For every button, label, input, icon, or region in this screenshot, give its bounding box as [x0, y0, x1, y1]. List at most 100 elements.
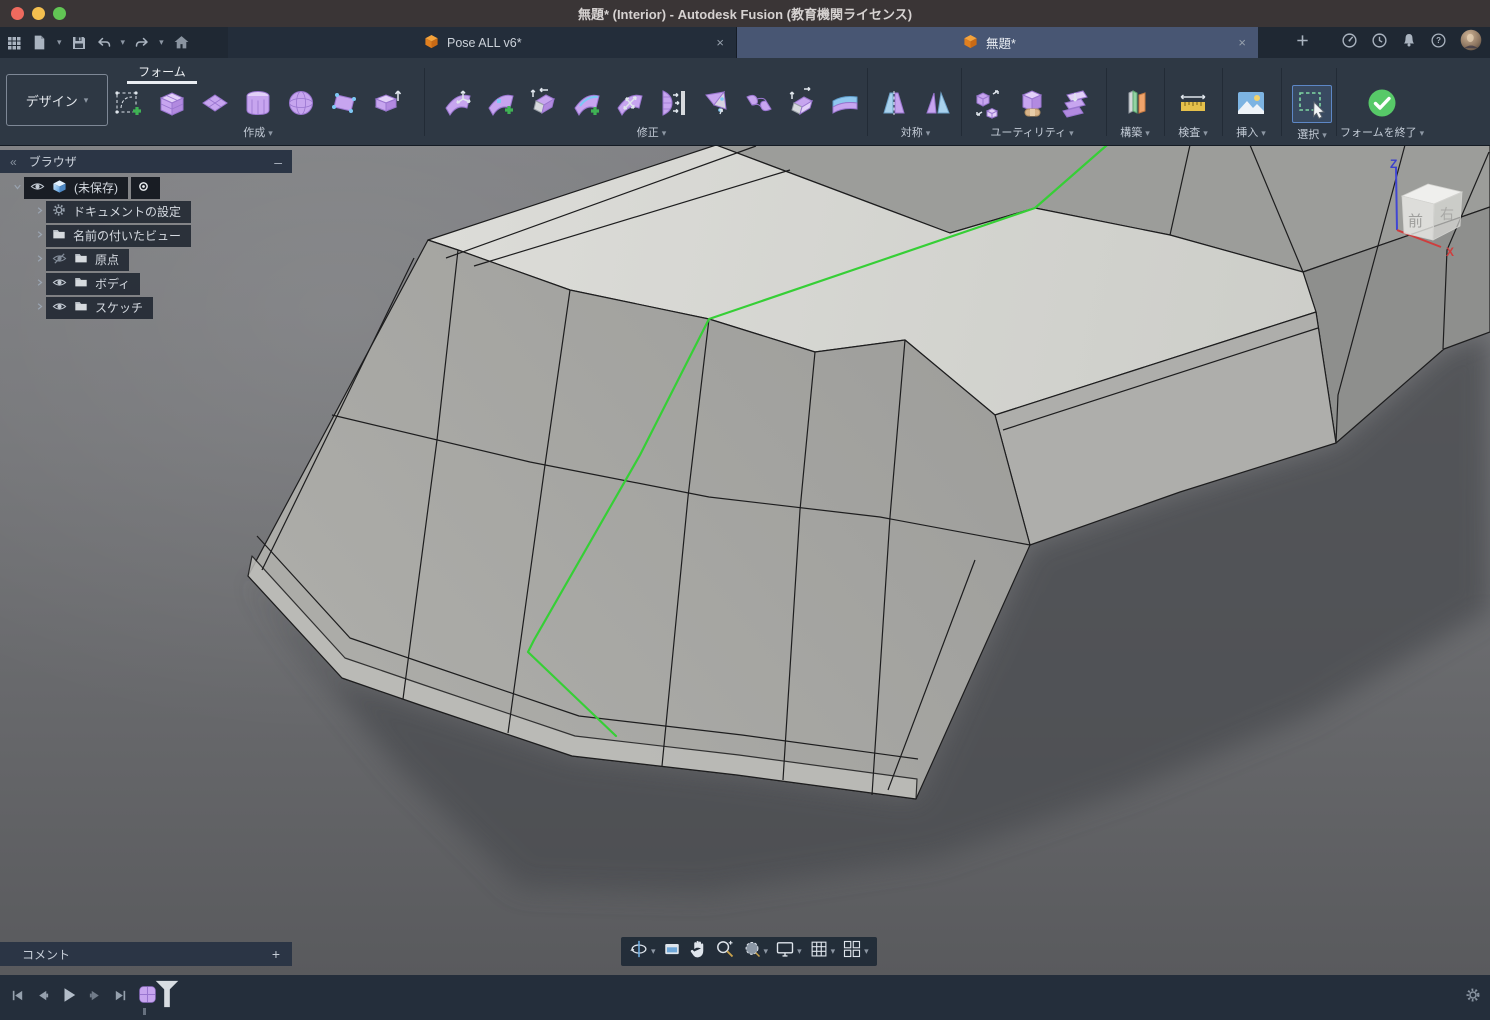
unweld-edges-icon[interactable]	[783, 85, 821, 121]
fit-icon[interactable]	[742, 939, 762, 964]
dropdown-caret[interactable]: ▾	[57, 38, 62, 47]
chevron-right-icon[interactable]	[32, 253, 46, 267]
face-primitive-icon[interactable]	[325, 85, 363, 121]
step-back-button[interactable]	[35, 988, 50, 1008]
dropdown-caret[interactable]: ▾	[159, 38, 164, 47]
eye-icon[interactable]	[30, 179, 45, 197]
extrude-form-icon[interactable]	[368, 85, 406, 121]
cylinder-primitive-icon[interactable]	[239, 85, 277, 121]
folder-icon[interactable]	[74, 299, 88, 316]
group-label[interactable]: 挿入▾	[1236, 124, 1266, 140]
chevron-down-icon[interactable]	[10, 181, 24, 195]
folder-icon[interactable]	[74, 251, 88, 268]
plane-primitive-icon[interactable]	[196, 85, 234, 121]
group-label[interactable]: 検査▾	[1178, 124, 1208, 140]
eye-icon[interactable]	[52, 275, 67, 293]
cube-doc-icon[interactable]	[52, 179, 67, 197]
timeline-settings-icon[interactable]	[1465, 987, 1481, 1008]
gear-icon[interactable]	[52, 203, 66, 220]
home-icon[interactable]	[173, 34, 190, 51]
insert-point-icon[interactable]	[482, 85, 520, 121]
sphere-primitive-icon[interactable]	[282, 85, 320, 121]
viewports-icon[interactable]	[842, 939, 862, 964]
group-label[interactable]: 作成▾	[243, 124, 273, 140]
dropdown-caret[interactable]: ▾	[797, 947, 802, 956]
browser-row-5[interactable]: スケッチ	[0, 298, 292, 317]
group-label[interactable]: 選択▾	[1297, 126, 1327, 142]
chevron-right-icon[interactable]	[32, 301, 46, 315]
group-label[interactable]: 修正▾	[637, 124, 667, 140]
look-at-icon[interactable]	[663, 940, 681, 963]
document-tab-pose-all[interactable]: Pose ALL v6* ×	[228, 27, 737, 58]
orbit-icon[interactable]	[629, 939, 649, 964]
tab-form-environment[interactable]: フォーム	[127, 63, 197, 80]
job-status-icon[interactable]	[1371, 32, 1388, 54]
folder-icon[interactable]	[52, 227, 66, 244]
mirror-internal-icon[interactable]	[875, 85, 913, 121]
dropdown-caret[interactable]: ▾	[831, 947, 836, 956]
skip-start-button[interactable]	[10, 988, 25, 1008]
flatten-to-plane-icon[interactable]	[654, 85, 692, 121]
minimize-window-button[interactable]	[32, 7, 45, 20]
edit-form-icon[interactable]	[439, 85, 477, 121]
repair-body-icon[interactable]	[1013, 85, 1051, 121]
redo-icon[interactable]	[134, 35, 150, 51]
comments-bar[interactable]: コメント +	[0, 942, 292, 966]
construct-plane-icon[interactable]	[1116, 85, 1154, 121]
select-tool-icon[interactable]	[1292, 85, 1332, 123]
measure-icon[interactable]	[1174, 85, 1212, 121]
group-label[interactable]: 構築▾	[1120, 124, 1150, 140]
new-document-icon[interactable]	[31, 34, 48, 51]
eye-icon[interactable]	[52, 299, 67, 317]
close-window-button[interactable]	[11, 7, 24, 20]
browser-row-0[interactable]: (未保存)	[0, 178, 292, 197]
zoom-icon[interactable]	[715, 939, 735, 964]
group-label[interactable]: ユーティリティ▾	[990, 124, 1073, 140]
finish-form-icon[interactable]	[1363, 85, 1401, 121]
browser-header[interactable]: « ブラウザ –	[0, 150, 292, 173]
add-comment-button[interactable]: +	[272, 946, 280, 962]
insert-edge-icon[interactable]	[568, 85, 606, 121]
close-tab-icon[interactable]: ×	[1226, 35, 1258, 50]
play-button[interactable]	[60, 986, 78, 1009]
zoom-window-button[interactable]	[53, 7, 66, 20]
workspace-selector[interactable]: デザイン▾	[6, 74, 108, 126]
chevron-right-icon[interactable]	[32, 229, 46, 243]
dropdown-caret[interactable]: ▾	[764, 947, 769, 956]
dropdown-caret[interactable]: ▾	[651, 947, 656, 956]
chevron-right-icon[interactable]	[32, 277, 46, 291]
crease-icon[interactable]	[826, 85, 864, 121]
help-icon[interactable]: ?	[1430, 32, 1447, 54]
target-circle-icon[interactable]	[137, 180, 150, 196]
collapse-panel-icon[interactable]: «	[10, 155, 15, 169]
browser-row-2[interactable]: 名前の付いたビュー	[0, 226, 292, 245]
close-tab-icon[interactable]: ×	[704, 35, 736, 50]
minimize-panel-icon[interactable]: –	[274, 154, 282, 170]
chevron-right-icon[interactable]	[32, 205, 46, 219]
subdivide-icon[interactable]	[611, 85, 649, 121]
document-tab-untitled-active[interactable]: 無題* ×	[737, 27, 1258, 58]
folder-icon[interactable]	[74, 275, 88, 292]
notifications-icon[interactable]	[1401, 32, 1417, 53]
pan-icon[interactable]	[688, 939, 708, 964]
bevel-edge-icon[interactable]	[525, 85, 563, 121]
grid-settings-icon[interactable]	[809, 939, 829, 964]
flatten-faces-icon[interactable]	[1056, 85, 1094, 121]
group-label[interactable]: フォームを終了▾	[1340, 124, 1424, 140]
display-settings-icon[interactable]	[775, 939, 795, 964]
merge-edge-icon[interactable]	[697, 85, 735, 121]
add-tab-icon[interactable]	[1295, 33, 1310, 53]
app-grid-icon[interactable]	[6, 35, 22, 51]
bridge-icon[interactable]	[740, 85, 778, 121]
skip-end-button[interactable]	[113, 988, 128, 1008]
box-primitive-icon[interactable]	[153, 85, 191, 121]
browser-row-1[interactable]: ドキュメントの設定	[0, 202, 292, 221]
browser-row-3[interactable]: 原点	[0, 250, 292, 269]
convert-body-icon[interactable]	[970, 85, 1008, 121]
dropdown-caret[interactable]: ▾	[864, 947, 869, 956]
avatar-icon[interactable]	[1460, 29, 1482, 56]
save-icon[interactable]	[71, 35, 87, 51]
create-form-icon[interactable]	[110, 85, 148, 121]
step-forward-button[interactable]	[88, 988, 103, 1008]
insert-image-icon[interactable]	[1232, 85, 1270, 121]
